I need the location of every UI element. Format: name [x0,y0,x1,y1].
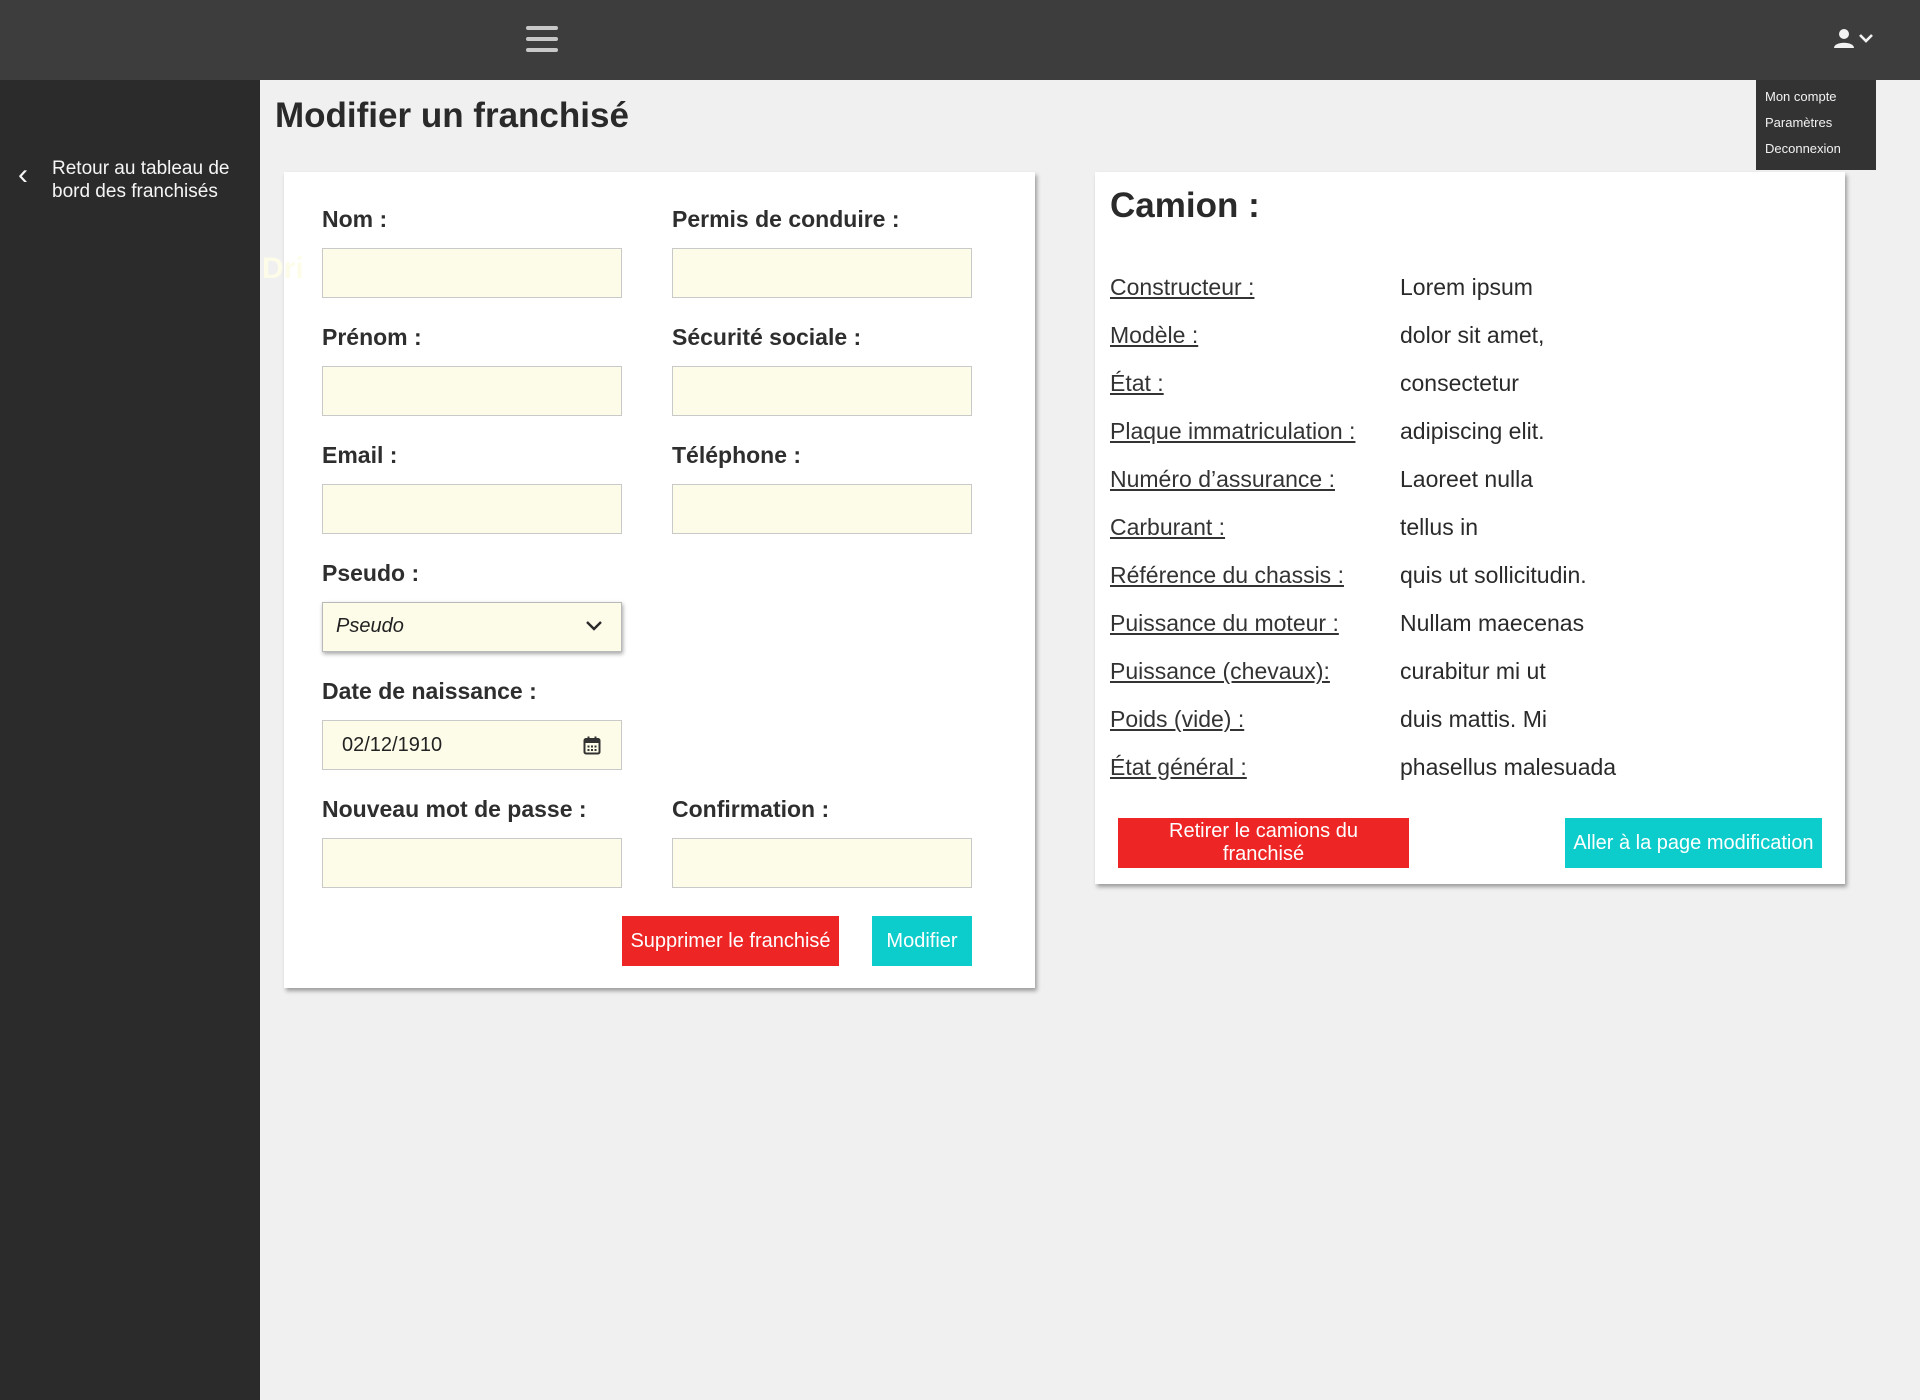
spec-row: État : consectetur [1110,370,1830,400]
spec-label: Puissance (chevaux): [1110,658,1330,684]
spec-label: État : [1110,370,1164,396]
chevron-down-icon [1859,34,1873,43]
spec-row: Numéro d’assurance : Laoreet nulla [1110,466,1830,496]
back-link-line-2: bord des franchisés [52,181,218,202]
spec-value: Nullam maecenas [1400,610,1585,636]
spec-value: dolor sit amet, [1400,322,1545,348]
franchisee-form-card: Nom : Permis de conduire : Prénom : Sécu… [284,172,1035,988]
spec-row: Constructeur : Lorem ipsum [1110,274,1830,304]
nom-input[interactable] [322,248,622,298]
pseudo-selected-value: Pseudo [336,615,404,637]
spec-label: Plaque immatriculation : [1110,418,1356,444]
spec-row: Référence du chassis : quis ut sollicitu… [1110,562,1830,592]
spec-value: quis ut sollicitudin. [1400,562,1587,588]
spec-label: Numéro d’assurance : [1110,466,1335,492]
spec-value: Laoreet nulla [1400,466,1533,492]
back-link-text: Retour au tableau de bord des franchisés [52,157,252,203]
back-to-dashboard-link[interactable]: ‹ Retour au tableau de bord des franchis… [18,157,252,203]
spec-row: Carburant : tellus in [1110,514,1830,544]
spec-label: État général : [1110,754,1247,780]
spec-label: Référence du chassis : [1110,562,1344,588]
date-naissance-value: 02/12/1910 [342,734,443,756]
truck-info-card: Camion : Constructeur : Lorem ipsum Modè… [1095,172,1845,884]
telephone-label: Téléphone : [672,442,802,468]
prenom-label: Prénom : [322,324,422,350]
spec-value: phasellus malesuada [1400,754,1617,780]
field-email: Email : [322,440,622,534]
truck-title: Camion : [1110,186,1260,225]
spec-row: Puissance du moteur : Nullam maecenas [1110,610,1830,640]
calendar-icon[interactable] [583,736,601,755]
spec-value: consectetur [1400,370,1519,396]
spec-value: Lorem ipsum [1400,274,1533,300]
delete-franchisee-button[interactable]: Supprimer le franchisé [622,916,839,966]
field-prenom: Prénom : [322,322,622,416]
spec-label: Modèle : [1110,322,1199,348]
confirmation-label: Confirmation : [672,796,830,822]
remove-trucks-button[interactable]: Retirer le camions du franchisé [1118,818,1409,868]
spec-label: Poids (vide) : [1110,706,1245,732]
email-label: Email : [322,442,398,468]
hamburger-menu-icon[interactable] [526,26,558,52]
spec-row: Puissance (chevaux): curabitur mi ut [1110,658,1830,688]
field-telephone: Téléphone : [672,440,972,534]
field-pseudo: Pseudo : Pseudo [322,558,622,652]
spec-row: Poids (vide) : duis mattis. Mi [1110,706,1830,736]
spec-value: adipiscing elit. [1400,418,1545,444]
securite-sociale-label: Sécurité sociale : [672,324,862,350]
menu-item-mon-compte[interactable]: Mon compte [1765,88,1876,114]
nouveau-mdp-label: Nouveau mot de passe : [322,796,587,822]
field-date-naissance: Date de naissance : 02/12/1910 [322,676,622,770]
date-naissance-input[interactable]: 02/12/1910 [322,720,622,770]
spec-row: Plaque immatriculation : adipiscing elit… [1110,418,1830,448]
nom-label: Nom : [322,206,388,232]
spec-row: État général : phasellus malesuada [1110,754,1830,784]
securite-sociale-input[interactable] [672,366,972,416]
email-input[interactable] [322,484,622,534]
pseudo-label: Pseudo : [322,560,420,586]
new-password-input[interactable] [322,838,622,888]
spec-value: tellus in [1400,514,1478,540]
menu-item-parametres[interactable]: Paramètres [1765,114,1876,140]
go-to-edit-page-button[interactable]: Aller à la page modification [1565,818,1822,868]
menu-item-deconnexion[interactable]: Deconnexion [1765,140,1876,166]
spec-value: curabitur mi ut [1400,658,1546,684]
ghost-text: Dri [262,252,304,285]
telephone-input[interactable] [672,484,972,534]
permis-label: Permis de conduire : [672,206,900,232]
confirm-password-input[interactable] [672,838,972,888]
spec-label: Carburant : [1110,514,1226,540]
top-bar [0,0,1920,80]
chevron-down-icon [586,621,602,631]
page-title: Modifier un franchisé [275,96,629,135]
sidebar: ‹ Retour au tableau de bord des franchis… [0,80,260,1400]
field-nouveau-mdp: Nouveau mot de passe : [322,794,622,888]
spec-row: Modèle : dolor sit amet, [1110,322,1830,352]
spec-label: Puissance du moteur : [1110,610,1339,636]
field-permis: Permis de conduire : [672,204,972,298]
prenom-input[interactable] [322,366,622,416]
permis-input[interactable] [672,248,972,298]
field-securite-sociale: Sécurité sociale : [672,322,972,416]
spec-value: duis mattis. Mi [1400,706,1547,732]
modify-button[interactable]: Modifier [872,916,972,966]
back-link-line-1: Retour au tableau de [52,158,230,179]
chevron-left-icon: ‹ [18,158,28,191]
date-naissance-label: Date de naissance : [322,678,537,704]
user-icon [1834,29,1873,48]
field-nom: Nom : [322,204,622,298]
account-dropdown: Mon compte Paramètres Deconnexion [1756,80,1876,170]
account-menu-toggle[interactable] [1832,26,1880,52]
spec-label: Constructeur : [1110,274,1255,300]
pseudo-select[interactable]: Pseudo [322,602,622,652]
field-confirmation: Confirmation : [672,794,972,888]
